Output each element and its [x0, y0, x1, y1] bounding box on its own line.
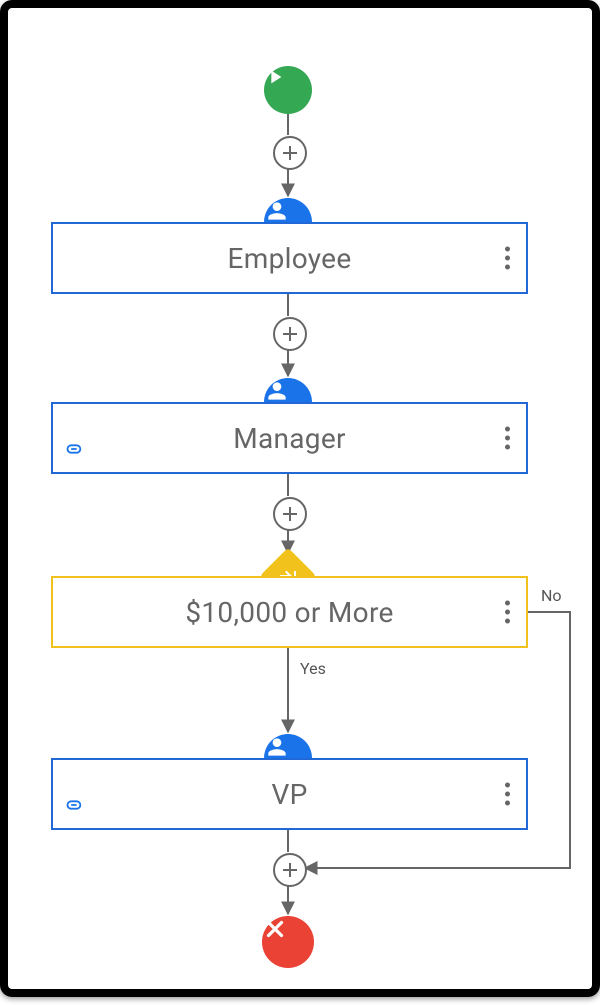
- person-icon: [264, 734, 290, 760]
- employee-label: Employee: [228, 242, 352, 275]
- decision-node[interactable]: $10,000 or More: [51, 576, 528, 648]
- vp-node[interactable]: VP: [51, 758, 528, 830]
- vp-menu-button[interactable]: [505, 783, 510, 806]
- person-icon: [264, 198, 290, 224]
- add-step-button-2[interactable]: [273, 317, 307, 351]
- add-step-button-4[interactable]: [273, 853, 307, 887]
- manager-node[interactable]: Manager: [51, 402, 528, 474]
- workflow-canvas[interactable]: Employee Manager $10,000 or More Yes No …: [0, 0, 600, 997]
- play-icon: [264, 66, 286, 88]
- add-step-button-3[interactable]: [273, 497, 307, 531]
- decision-label: $10,000 or More: [185, 596, 393, 629]
- person-icon: [264, 378, 290, 404]
- branch-no-label: No: [541, 586, 562, 605]
- start-node[interactable]: [264, 66, 312, 114]
- manager-label: Manager: [233, 422, 346, 455]
- end-node[interactable]: [262, 916, 314, 968]
- branch-yes-label: Yes: [300, 659, 326, 678]
- employee-node[interactable]: Employee: [51, 222, 528, 294]
- employee-menu-button[interactable]: [505, 247, 510, 270]
- close-icon: [262, 916, 288, 942]
- decision-menu-button[interactable]: [505, 601, 510, 624]
- add-step-button-1[interactable]: [273, 136, 307, 170]
- manager-menu-button[interactable]: [505, 427, 510, 450]
- vp-label: VP: [271, 778, 307, 811]
